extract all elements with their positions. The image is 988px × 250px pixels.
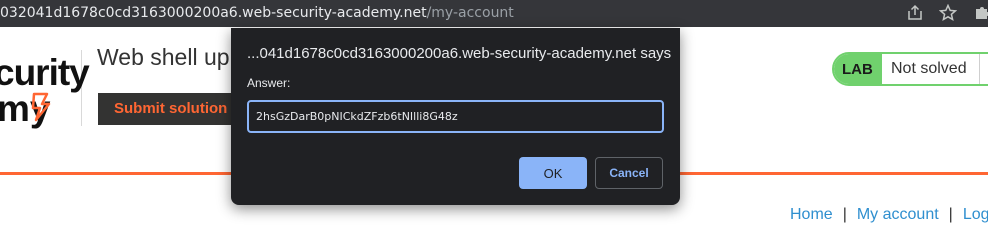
nav-home-link[interactable]: Home: [790, 206, 833, 223]
nav-separator: |: [948, 206, 953, 223]
prompt-dialog: ...041d1678c0cd3163000200a6.web-security…: [231, 28, 680, 205]
bookmark-star-icon[interactable]: [938, 3, 958, 22]
cancel-button[interactable]: Cancel: [595, 157, 663, 189]
lab-title: Web shell up: [97, 44, 230, 70]
submit-solution-button[interactable]: Submit solution: [98, 93, 248, 125]
lab-status-widget: LAB Not solved: [832, 52, 988, 86]
dialog-title: ...041d1678c0cd3163000200a6.web-security…: [247, 45, 672, 62]
academy-logo[interactable]: curity my: [0, 50, 90, 129]
url-path: /my-account: [426, 5, 514, 21]
answer-input[interactable]: [247, 100, 664, 133]
account-nav: Home | My account | Log: [790, 206, 988, 224]
address-bar[interactable]: 032041d1678c0cd3163000200a6.web-security…: [0, 5, 514, 21]
lab-badge: LAB: [834, 54, 882, 84]
ok-button[interactable]: OK: [519, 157, 587, 189]
nav-logout-link[interactable]: Log: [963, 206, 988, 223]
share-icon[interactable]: [906, 4, 924, 22]
nav-separator: |: [842, 206, 847, 223]
dialog-answer-label: Answer:: [247, 76, 291, 90]
nav-my-account-link[interactable]: My account: [857, 206, 939, 223]
logo-bolt-icon: [31, 92, 51, 122]
extensions-icon[interactable]: [973, 4, 988, 22]
url-host: 032041d1678c0cd3163000200a6.web-security…: [0, 5, 427, 21]
lab-status-divider: [979, 54, 980, 84]
browser-toolbar: 032041d1678c0cd3163000200a6.web-security…: [0, 0, 988, 27]
lab-status-text: Not solved: [891, 60, 967, 77]
